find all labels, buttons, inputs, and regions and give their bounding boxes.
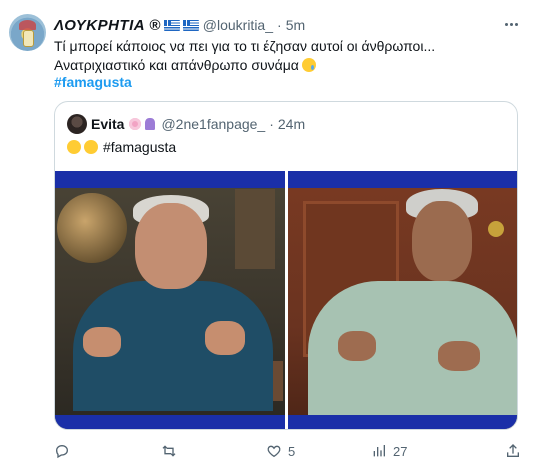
tweet-actions: 5 27: [54, 443, 524, 461]
quoted-tweet-card[interactable]: Evita @2ne1fanpage_ · 24m #famagusta: [54, 101, 518, 430]
quoted-author-display-name[interactable]: Evita: [91, 116, 124, 132]
quoted-hashtag-link[interactable]: #famagusta: [103, 139, 176, 155]
quoted-tweet-text: #famagusta: [67, 139, 176, 155]
separator-dot: ·: [277, 17, 282, 33]
greece-flag-icon: [182, 19, 199, 31]
tweet-text-line-2-text: Ανατριχιαστικό και απάνθρωπο συνάμα: [54, 57, 299, 73]
separator-dot: ·: [269, 116, 274, 132]
reply-icon: [54, 443, 70, 459]
author-display-name[interactable]: ΛΟΥΚΡΗΤΙΑ ®: [54, 17, 161, 34]
author-handle[interactable]: @loukritia_: [203, 17, 273, 33]
retweet-icon: [161, 443, 177, 459]
greece-flag-icon: [163, 19, 180, 31]
worried-face-emoji-icon: [67, 140, 81, 154]
share-button[interactable]: [505, 443, 521, 459]
author-avatar[interactable]: [9, 14, 46, 51]
cherry-blossom-icon: [129, 118, 142, 130]
tweet-timestamp[interactable]: 5m: [286, 17, 305, 33]
views-count: 27: [393, 443, 408, 459]
media-grid: [55, 171, 517, 429]
quoted-author-avatar[interactable]: [67, 114, 87, 134]
views-button[interactable]: 27: [371, 443, 407, 459]
media-photo-1[interactable]: [55, 171, 285, 429]
tulip-icon: [145, 118, 156, 130]
retweet-button[interactable]: [161, 443, 183, 459]
tweet-text-line-1: Τί μπορεί κάποιος να πει για το τι έζησα…: [54, 38, 436, 54]
quoted-author-handle[interactable]: @2ne1fanpage_: [161, 116, 265, 132]
more-options-icon[interactable]: [500, 16, 522, 32]
views-chart-icon: [371, 443, 387, 459]
crying-face-emoji-icon: [301, 58, 316, 72]
crying-face-emoji-icon: [84, 140, 98, 154]
tweet-text-line-2: Ανατριχιαστικό και απάνθρωπο συνάμα: [54, 56, 316, 75]
quoted-tweet-header: Evita @2ne1fanpage_ · 24m: [91, 114, 305, 134]
media-photo-2[interactable]: [287, 171, 517, 429]
reply-button[interactable]: [54, 443, 76, 459]
hashtag-link[interactable]: #famagusta: [54, 74, 132, 90]
quoted-tweet-timestamp[interactable]: 24m: [278, 116, 305, 132]
like-button[interactable]: 5: [266, 443, 295, 459]
like-count: 5: [288, 443, 296, 459]
share-icon: [505, 443, 521, 459]
heart-icon: [266, 443, 282, 459]
tweet[interactable]: ΛΟΥΚΡΗΤΙΑ ® @loukritia_ · 5m Τί μπορεί κ…: [0, 0, 538, 463]
tweet-header: ΛΟΥΚΡΗΤΙΑ ® @loukritia_ · 5m: [54, 16, 305, 34]
